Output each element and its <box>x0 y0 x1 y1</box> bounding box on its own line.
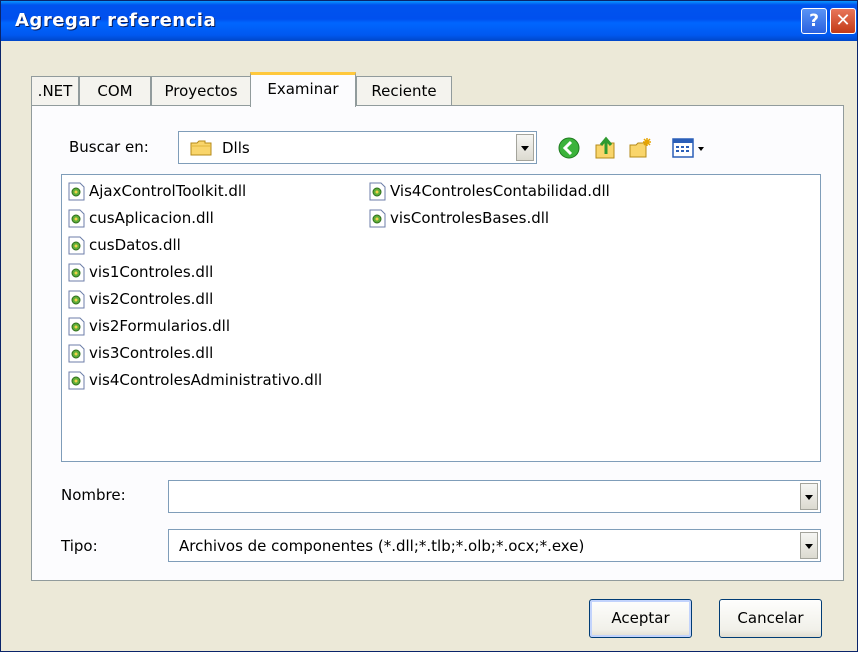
dll-file-icon <box>68 344 85 363</box>
help-icon: ? <box>809 11 819 31</box>
tab-reciente[interactable]: Reciente <box>356 76 452 106</box>
dll-file-icon <box>68 236 85 255</box>
cancel-button[interactable]: Cancelar <box>719 599 822 638</box>
lookin-combo[interactable]: Dlls <box>178 131 537 164</box>
add-reference-dialog: Agregar referencia ? ✕ .NET COM Proyecto… <box>0 0 858 652</box>
tab-examinar[interactable]: Examinar <box>250 72 356 107</box>
dll-file-icon <box>68 290 85 309</box>
dll-file-icon <box>68 209 85 228</box>
file-list[interactable]: AjaxControlToolkit.dll cusAplicacion.dll… <box>61 174 821 462</box>
ok-button[interactable]: Aceptar <box>589 599 692 638</box>
help-button[interactable]: ? <box>801 8 827 34</box>
dll-file-icon <box>369 182 386 201</box>
filetype-combo[interactable]: Archivos de componentes (*.dll;*.tlb;*.o… <box>168 529 821 562</box>
filetype-label: Tipo: <box>61 537 98 555</box>
tab-proyectos[interactable]: Proyectos <box>151 76 251 106</box>
dll-file-icon <box>68 263 85 282</box>
back-icon[interactable] <box>557 136 581 160</box>
filetype-value: Archivos de componentes (*.dll;*.tlb;*.o… <box>179 537 585 555</box>
filename-combo[interactable] <box>168 480 821 513</box>
dll-file-icon <box>68 371 85 390</box>
filename-dropdown-button[interactable] <box>800 483 818 510</box>
lookin-value: Dlls <box>222 139 250 157</box>
new-folder-icon[interactable] <box>628 136 652 160</box>
views-menu-icon[interactable] <box>671 136 711 160</box>
folder-icon <box>190 140 212 156</box>
lookin-dropdown-button[interactable] <box>516 134 534 161</box>
tab-net[interactable]: .NET <box>31 76 79 106</box>
dll-file-icon <box>369 209 386 228</box>
close-button[interactable]: ✕ <box>830 8 856 34</box>
dll-file-icon <box>68 182 85 201</box>
dll-file-icon <box>68 317 85 336</box>
filename-label: Nombre: <box>61 486 126 504</box>
title-bar[interactable]: Agregar referencia ? ✕ <box>1 1 857 41</box>
filetype-dropdown-button[interactable] <box>800 532 818 559</box>
lookin-label: Buscar en: <box>69 138 149 156</box>
dialog-title: Agregar referencia <box>15 10 217 31</box>
up-folder-icon[interactable] <box>593 136 617 160</box>
tab-com[interactable]: COM <box>79 76 151 106</box>
close-icon: ✕ <box>835 10 851 31</box>
